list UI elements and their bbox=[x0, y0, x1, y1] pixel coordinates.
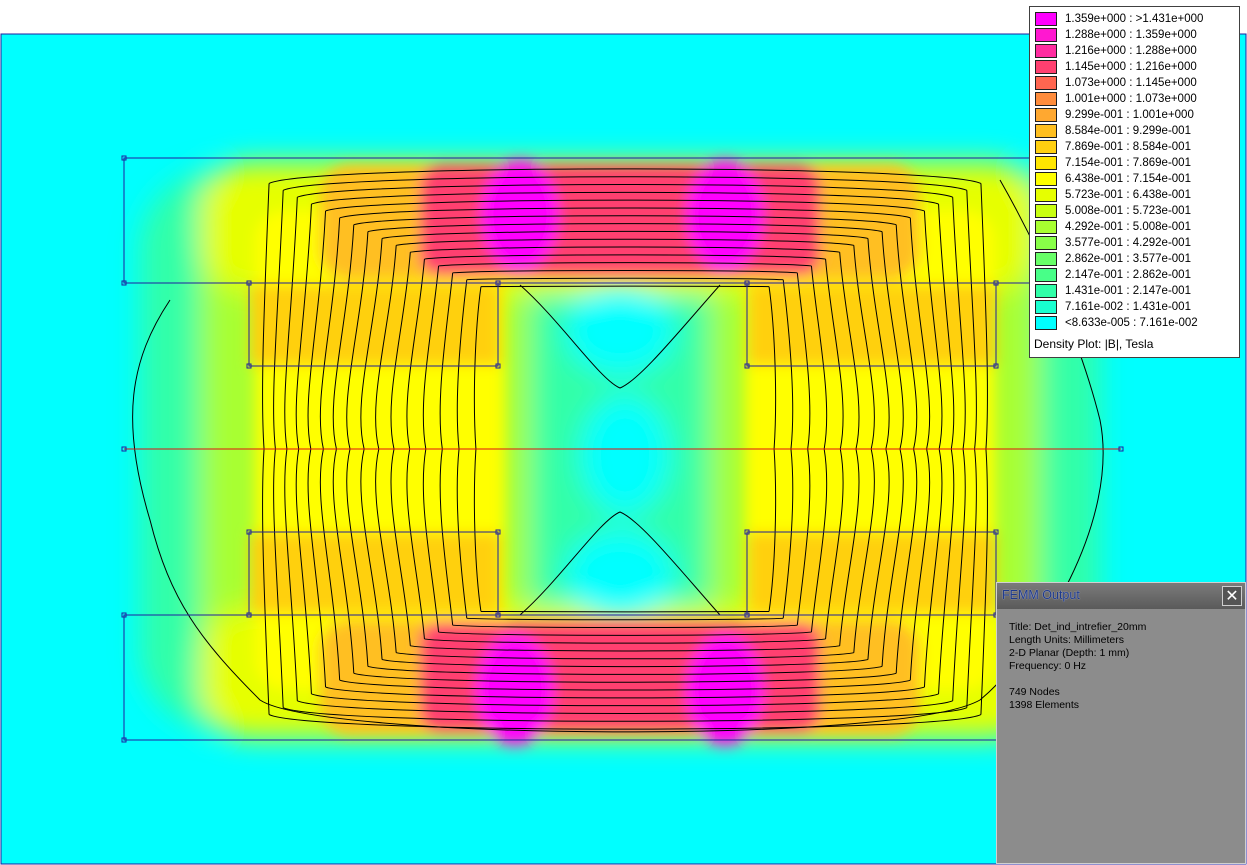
legend-entry: 1.145e+000 : 1.216e+000 bbox=[1034, 59, 1234, 75]
legend-swatch bbox=[1035, 316, 1057, 330]
legend-label: 1.359e+000 : >1.431e+000 bbox=[1065, 13, 1204, 25]
legend-label: 5.723e-001 : 6.438e-001 bbox=[1065, 189, 1191, 201]
legend-label: 6.438e-001 : 7.154e-001 bbox=[1065, 173, 1191, 185]
legend-entry: 1.359e+000 : >1.431e+000 bbox=[1034, 11, 1234, 27]
legend-entry: <8.633e-005 : 7.161e-002 bbox=[1034, 315, 1234, 331]
legend-entry: 2.147e-001 : 2.862e-001 bbox=[1034, 267, 1234, 283]
legend-label: 1.216e+000 : 1.288e+000 bbox=[1065, 45, 1197, 57]
legend-entry: 1.431e-001 : 2.147e-001 bbox=[1034, 283, 1234, 299]
legend-swatch bbox=[1035, 204, 1057, 218]
legend-label: 1.073e+000 : 1.145e+000 bbox=[1065, 77, 1197, 89]
legend-label: 2.862e-001 : 3.577e-001 bbox=[1065, 253, 1191, 265]
legend-swatch bbox=[1035, 156, 1057, 170]
legend-swatch bbox=[1035, 140, 1057, 154]
output-title-bar[interactable]: FEMM Output ✕ bbox=[997, 583, 1245, 609]
legend-swatch bbox=[1035, 44, 1057, 58]
legend-swatch bbox=[1035, 252, 1057, 266]
legend-entry: 8.584e-001 : 9.299e-001 bbox=[1034, 123, 1234, 139]
femm-output-window[interactable]: FEMM Output ✕ Title: Det_ind_intrefier_2… bbox=[996, 582, 1246, 864]
legend-label: 1.001e+000 : 1.073e+000 bbox=[1065, 93, 1197, 105]
legend-title: Density Plot: |B|, Tesla bbox=[1034, 337, 1154, 351]
legend-swatch bbox=[1035, 300, 1057, 314]
legend-label: 8.584e-001 : 9.299e-001 bbox=[1065, 125, 1191, 137]
legend-label: 9.299e-001 : 1.001e+000 bbox=[1065, 109, 1194, 121]
legend-label: 4.292e-001 : 5.008e-001 bbox=[1065, 221, 1191, 233]
legend-entry: 5.008e-001 : 5.723e-001 bbox=[1034, 203, 1234, 219]
density-legend: 1.359e+000 : >1.431e+000 1.288e+000 : 1.3… bbox=[1029, 6, 1240, 358]
legend-entry: 7.869e-001 : 8.584e-001 bbox=[1034, 139, 1234, 155]
legend-swatch bbox=[1035, 12, 1057, 26]
legend-swatch bbox=[1035, 268, 1057, 282]
legend-swatch bbox=[1035, 60, 1057, 74]
legend-entry: 7.161e-002 : 1.431e-001 bbox=[1034, 299, 1234, 315]
output-line: Frequency: 0 Hz bbox=[1009, 660, 1087, 672]
legend-label: 7.161e-002 : 1.431e-001 bbox=[1065, 301, 1191, 313]
legend-label: 7.869e-001 : 8.584e-001 bbox=[1065, 141, 1191, 153]
legend-swatch bbox=[1035, 76, 1057, 90]
legend-entry: 1.073e+000 : 1.145e+000 bbox=[1034, 75, 1234, 91]
legend-swatch bbox=[1035, 92, 1057, 106]
legend-entry: 1.288e+000 : 1.359e+000 bbox=[1034, 27, 1234, 43]
legend-entry: 6.438e-001 : 7.154e-001 bbox=[1034, 171, 1234, 187]
legend-label: <8.633e-005 : 7.161e-002 bbox=[1065, 317, 1198, 329]
legend-swatch bbox=[1035, 236, 1057, 250]
legend-swatch bbox=[1035, 172, 1057, 186]
legend-swatch bbox=[1035, 124, 1057, 138]
output-text: Title: Det_ind_intrefier_20mm Length Unit… bbox=[1009, 621, 1146, 712]
flux-density-field bbox=[132, 160, 1104, 745]
close-icon: ✕ bbox=[1225, 586, 1239, 605]
legend-label: 7.154e-001 : 7.869e-001 bbox=[1065, 157, 1191, 169]
legend-entry: 9.299e-001 : 1.001e+000 bbox=[1034, 107, 1234, 123]
legend-entry: 5.723e-001 : 6.438e-001 bbox=[1034, 187, 1234, 203]
legend-swatch bbox=[1035, 28, 1057, 42]
output-title: FEMM Output bbox=[1002, 588, 1080, 602]
legend-entry: 7.154e-001 : 7.869e-001 bbox=[1034, 155, 1234, 171]
legend-swatch bbox=[1035, 220, 1057, 234]
legend-entry: 2.862e-001 : 3.577e-001 bbox=[1034, 251, 1234, 267]
legend-entry: 3.577e-001 : 4.292e-001 bbox=[1034, 235, 1234, 251]
legend-label: 1.288e+000 : 1.359e+000 bbox=[1065, 29, 1197, 41]
output-line: 749 Nodes bbox=[1009, 686, 1060, 698]
close-button[interactable]: ✕ bbox=[1222, 586, 1242, 606]
legend-entry: 1.216e+000 : 1.288e+000 bbox=[1034, 43, 1234, 59]
legend-label: 3.577e-001 : 4.292e-001 bbox=[1065, 237, 1191, 249]
legend-swatch bbox=[1035, 188, 1057, 202]
legend-label: 5.008e-001 : 5.723e-001 bbox=[1065, 205, 1191, 217]
legend-swatch bbox=[1035, 284, 1057, 298]
output-line: Length Units: Millimeters bbox=[1009, 634, 1124, 646]
output-line: 1398 Elements bbox=[1009, 699, 1080, 711]
output-line: Title: Det_ind_intrefier_20mm bbox=[1009, 621, 1147, 633]
legend-label: 1.145e+000 : 1.216e+000 bbox=[1065, 61, 1197, 73]
legend-label: 2.147e-001 : 2.862e-001 bbox=[1065, 269, 1191, 281]
legend-swatch bbox=[1035, 108, 1057, 122]
legend-label: 1.431e-001 : 2.147e-001 bbox=[1065, 285, 1191, 297]
legend-entry: 4.292e-001 : 5.008e-001 bbox=[1034, 219, 1234, 235]
output-line: 2-D Planar (Depth: 1 mm) bbox=[1009, 647, 1130, 659]
legend-entry: 1.001e+000 : 1.073e+000 bbox=[1034, 91, 1234, 107]
